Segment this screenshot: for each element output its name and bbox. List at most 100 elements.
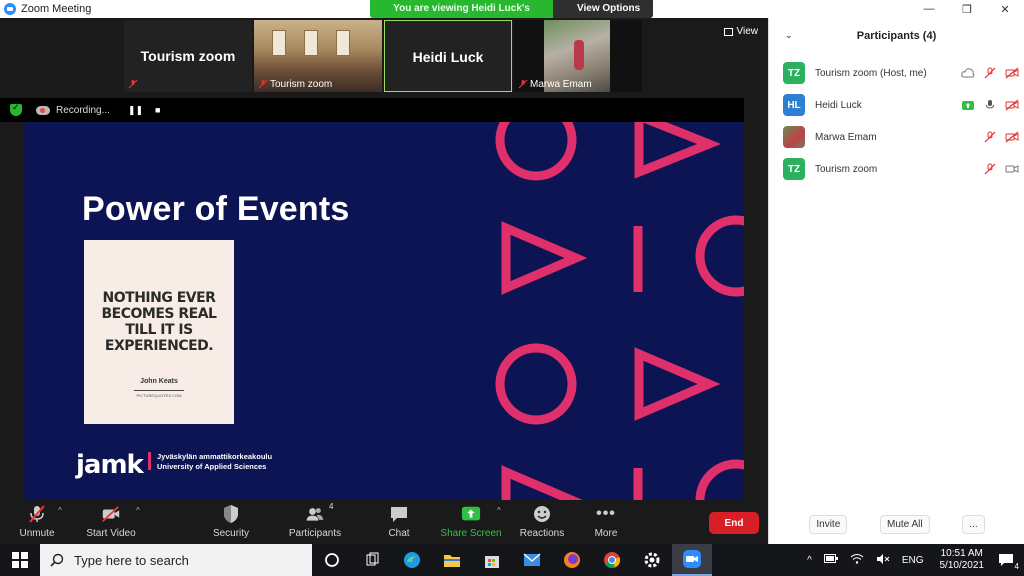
sharing-screen-icon (961, 99, 975, 111)
participant-row[interactable]: TZ Tourism zoom (Host, me) (783, 60, 1019, 86)
video-off-icon[interactable] (1005, 99, 1019, 111)
mic-icon[interactable] (983, 99, 997, 111)
task-view-icon[interactable] (352, 544, 392, 576)
store-icon[interactable] (472, 544, 512, 576)
video-off-icon[interactable] (1005, 67, 1019, 79)
avatar: HL (783, 94, 805, 116)
mic-muted-icon[interactable] (983, 163, 997, 175)
participants-panel-title: Participants (4) (856, 30, 937, 42)
view-options-button[interactable]: View Options ⌄ (553, 0, 653, 18)
security-button[interactable]: Security (196, 504, 266, 539)
close-button[interactable]: ✕ (986, 0, 1024, 18)
meeting-toolbar: Unmute ^ Start Video ^ Security 4 Partic… (0, 500, 768, 544)
windows-start-button[interactable] (0, 544, 40, 576)
mail-icon[interactable] (512, 544, 552, 576)
edge-icon[interactable] (392, 544, 432, 576)
video-thumbnail-active[interactable]: Heidi Luck (384, 20, 512, 92)
input-language[interactable]: ENG (902, 555, 924, 566)
mute-all-button[interactable]: Mute All (879, 515, 930, 534)
viewing-screen-label: You are viewing Heidi Luck's screen (370, 0, 553, 18)
quote-text: NOTHING EVER BECOMES REAL TILL IT IS EXP… (84, 290, 234, 354)
participant-name: Marwa Emam (530, 79, 592, 90)
zoom-logo-icon (4, 3, 16, 15)
video-thumbnail[interactable]: Marwa Emam (514, 20, 642, 92)
window-decor (304, 30, 318, 56)
participant-row[interactable]: Marwa Emam (783, 124, 1019, 150)
mic-muted-icon (258, 79, 268, 89)
quote-image: NOTHING EVER BECOMES REAL TILL IT IS EXP… (84, 240, 234, 424)
taskbar-clock[interactable]: 10:51 AM 5/10/2021 (940, 548, 985, 572)
logo-divider (148, 452, 151, 470)
grid-icon (723, 27, 733, 36)
meeting-area: Tourism zoom Tourism zoom Heidi Luck Mar… (0, 18, 768, 544)
cortana-icon[interactable] (312, 544, 352, 576)
battery-icon[interactable] (823, 554, 838, 566)
audio-options-caret[interactable]: ^ (58, 506, 62, 515)
volume-muted-icon[interactable] (876, 553, 890, 567)
encryption-shield-icon[interactable] (10, 102, 22, 116)
share-screen-button[interactable]: Share Screen (436, 504, 506, 539)
notifications-button[interactable]: 4 (998, 553, 1020, 571)
more-button[interactable]: ••• More (571, 504, 641, 539)
triangle-shape (634, 122, 722, 179)
restore-button[interactable]: ❐ (948, 0, 986, 18)
quote-author: John Keats (140, 378, 178, 385)
reactions-label: Reactions (519, 528, 565, 539)
security-label: Security (212, 528, 250, 539)
firefox-icon[interactable] (552, 544, 592, 576)
pause-recording-button[interactable]: ❚❚ (128, 105, 143, 116)
decorative-shapes (495, 122, 744, 502)
share-options-caret[interactable]: ^ (497, 506, 501, 515)
notification-count: 4 (1013, 562, 1020, 571)
window-decor (272, 30, 286, 56)
taskbar-search[interactable]: Type here to search (40, 544, 312, 576)
avatar: TZ (783, 62, 805, 84)
zoom-taskbar-icon[interactable] (672, 544, 712, 576)
cloud-recording-icon (36, 105, 50, 115)
view-label: View (736, 26, 759, 37)
chat-bubble-icon (389, 504, 409, 524)
chat-button[interactable]: Chat (364, 504, 434, 539)
tray-chevron-up-icon[interactable]: ^ (807, 555, 812, 566)
logo-subtitle-line: Jyväskylän ammattikorkeakoulu (157, 452, 273, 461)
video-thumbnail[interactable]: Tourism zoom (124, 20, 252, 92)
participants-button[interactable]: 4 Participants (280, 502, 350, 539)
file-explorer-icon[interactable] (432, 544, 472, 576)
view-layout-button[interactable]: View (723, 26, 759, 37)
reactions-button[interactable]: Reactions (507, 504, 577, 539)
video-off-icon (101, 504, 121, 524)
participant-name: Marwa Emam (815, 131, 877, 143)
share-screen-label: Share Screen (440, 528, 502, 539)
participants-panel: ⌄ Participants (4) TZ Tourism zoom (Host… (768, 18, 1024, 544)
search-placeholder: Type here to search (74, 552, 189, 568)
participant-name: Tourism zoom (815, 163, 878, 175)
recording-bar: Recording... ❚❚ ■ (0, 98, 744, 122)
system-tray: ^ ENG 10:51 AM 5/10/2021 4 (801, 544, 1024, 576)
notification-icon (999, 554, 1013, 566)
more-options-button[interactable]: ... (962, 515, 985, 534)
stop-recording-button[interactable]: ■ (155, 105, 160, 115)
video-icon[interactable] (1005, 163, 1019, 175)
wifi-icon[interactable] (850, 553, 864, 567)
clock-date: 5/10/2021 (939, 560, 985, 571)
participant-row[interactable]: TZ Tourism zoom (783, 156, 1019, 182)
end-meeting-button[interactable]: End (709, 512, 759, 534)
mic-muted-icon[interactable] (983, 67, 997, 79)
video-options-caret[interactable]: ^ (136, 506, 140, 515)
avatar (783, 126, 805, 148)
minimize-button[interactable]: — (910, 0, 948, 18)
chrome-icon[interactable] (592, 544, 632, 576)
video-thumbnail[interactable]: Tourism zoom (254, 20, 382, 92)
participant-row[interactable]: HL Heidi Luck (783, 92, 1019, 118)
quote-divider (134, 390, 184, 391)
smiley-icon (532, 504, 552, 524)
invite-button[interactable]: Invite (809, 515, 848, 534)
mic-muted-icon[interactable] (983, 131, 997, 143)
window-decor (336, 30, 350, 56)
settings-gear-icon[interactable] (632, 544, 672, 576)
quote-line: BECOMES REAL (101, 306, 217, 322)
collapse-chevron-icon[interactable]: ⌄ (785, 30, 793, 41)
video-off-icon[interactable] (1005, 131, 1019, 143)
view-options-label: View Options (577, 3, 641, 14)
participant-name: Heidi Luck (815, 99, 862, 111)
